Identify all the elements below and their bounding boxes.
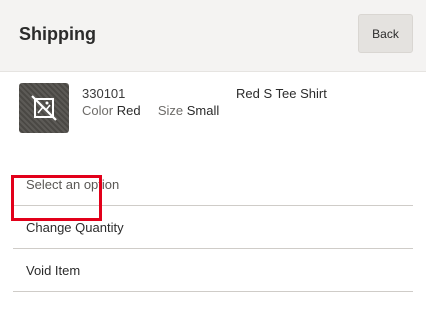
option-label: Change Quantity [26, 220, 124, 235]
shipping-panel: Shipping Back 330101 Red S Tee Shirt Col… [0, 0, 426, 314]
item-attributes: Color Red Size Small [82, 103, 219, 118]
divider [13, 291, 413, 292]
option-label: Void Item [26, 263, 81, 278]
panel-body: 330101 Red S Tee Shirt Color Red Size Sm… [0, 72, 426, 314]
select-option-label: Select an option [26, 177, 120, 192]
size-label: Size [157, 103, 184, 118]
change-quantity-option[interactable]: Change Quantity [13, 206, 413, 248]
back-button[interactable]: Back [358, 14, 413, 53]
product-thumbnail [19, 83, 69, 133]
panel-header: Shipping Back [0, 0, 426, 72]
color-label: Color [82, 103, 114, 118]
void-item-option[interactable]: Void Item [13, 249, 413, 291]
size-value: Small [186, 103, 220, 118]
item-sku: 330101 [82, 86, 126, 101]
item-name: Red S Tee Shirt [236, 86, 327, 101]
image-unavailable-icon [31, 95, 57, 121]
color-value: Red [116, 103, 141, 118]
page-title: Shipping [19, 24, 96, 44]
